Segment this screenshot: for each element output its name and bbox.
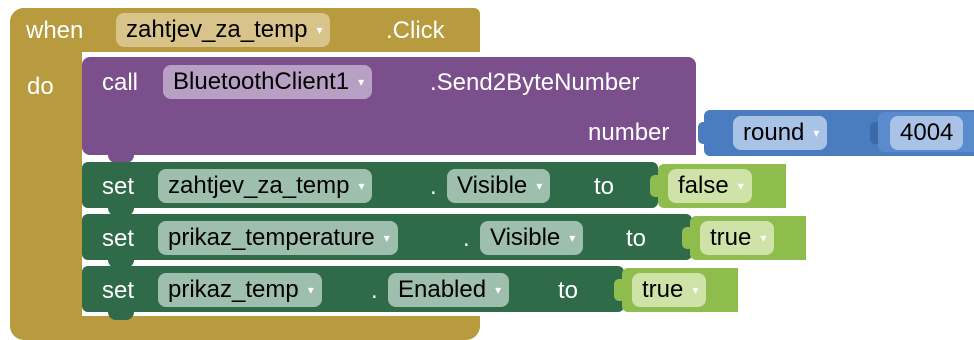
event-block-footer	[10, 316, 480, 338]
set-keyword: set	[102, 277, 135, 304]
logic-value-dropdown[interactable]: true ▾	[700, 221, 775, 255]
set-component-dropdown[interactable]: prikaz_temp ▾	[158, 273, 322, 307]
logic-value-label: true	[710, 224, 752, 251]
set-keyword: set	[102, 225, 135, 252]
set-property-dropdown[interactable]: Visible ▾	[480, 221, 584, 255]
round-function-label: round	[743, 119, 805, 146]
set-component-label: prikaz_temp	[168, 276, 299, 303]
property-dot: .	[430, 173, 437, 200]
chevron-down-icon: ▾	[316, 23, 323, 37]
number-literal-value: 4004	[900, 119, 954, 146]
logic-value-label: true	[642, 276, 684, 303]
chevron-down-icon: ▾	[383, 231, 390, 245]
event-component-dropdown[interactable]: zahtjev_za_temp ▾	[116, 13, 331, 47]
logic-value-label: false	[678, 172, 729, 199]
property-dot: .	[371, 277, 378, 304]
chevron-down-icon: ▾	[737, 179, 744, 193]
logic-block-plug	[650, 175, 660, 197]
set-component-dropdown[interactable]: zahtjev_za_temp ▾	[158, 169, 373, 203]
logic-block-plug	[614, 279, 624, 301]
set-property-dropdown[interactable]: Enabled ▾	[388, 273, 510, 307]
set-property-label: Enabled	[398, 276, 487, 303]
block-connector-notch	[108, 312, 134, 320]
set-component-label: prikaz_temperature	[168, 224, 375, 251]
do-keyword: do	[27, 73, 54, 100]
round-function-dropdown[interactable]: round ▾	[733, 116, 828, 150]
chevron-down-icon: ▾	[692, 283, 699, 297]
property-dot: .	[463, 225, 470, 252]
set-property-label: Visible	[490, 224, 561, 251]
event-component-label: zahtjev_za_temp	[126, 16, 308, 43]
to-keyword: to	[626, 225, 647, 252]
set-keyword: set	[102, 173, 135, 200]
set-component-dropdown[interactable]: prikaz_temperature ▾	[158, 221, 398, 255]
set-property-label: Visible	[457, 172, 528, 199]
chevron-down-icon: ▾	[536, 179, 543, 193]
logic-value-dropdown[interactable]: false ▾	[668, 169, 752, 203]
number-param-label: number	[588, 119, 670, 146]
set-property-dropdown[interactable]: Visible ▾	[447, 169, 551, 203]
chevron-down-icon: ▾	[813, 126, 820, 140]
chevron-down-icon: ▾	[358, 75, 365, 89]
call-component-label: BluetoothClient1	[173, 68, 350, 95]
chevron-down-icon: ▾	[569, 231, 576, 245]
call-keyword: call	[102, 69, 139, 96]
logic-block-plug	[682, 227, 692, 249]
call-component-dropdown[interactable]: BluetoothClient1 ▾	[163, 65, 373, 99]
set-component-label: zahtjev_za_temp	[168, 172, 350, 199]
chevron-down-icon: ▾	[358, 179, 365, 193]
event-name: .Click	[386, 17, 445, 44]
when-keyword: when	[26, 17, 84, 44]
chevron-down-icon: ▾	[307, 283, 314, 297]
round-block-plug	[698, 122, 708, 144]
to-keyword: to	[594, 173, 615, 200]
to-keyword: to	[558, 277, 579, 304]
chevron-down-icon: ▾	[760, 231, 767, 245]
method-name: .Send2ByteNumber	[430, 69, 640, 96]
logic-value-dropdown[interactable]: true ▾	[632, 273, 707, 307]
number-literal-field[interactable]: 4004	[890, 116, 964, 150]
chevron-down-icon: ▾	[495, 283, 502, 297]
